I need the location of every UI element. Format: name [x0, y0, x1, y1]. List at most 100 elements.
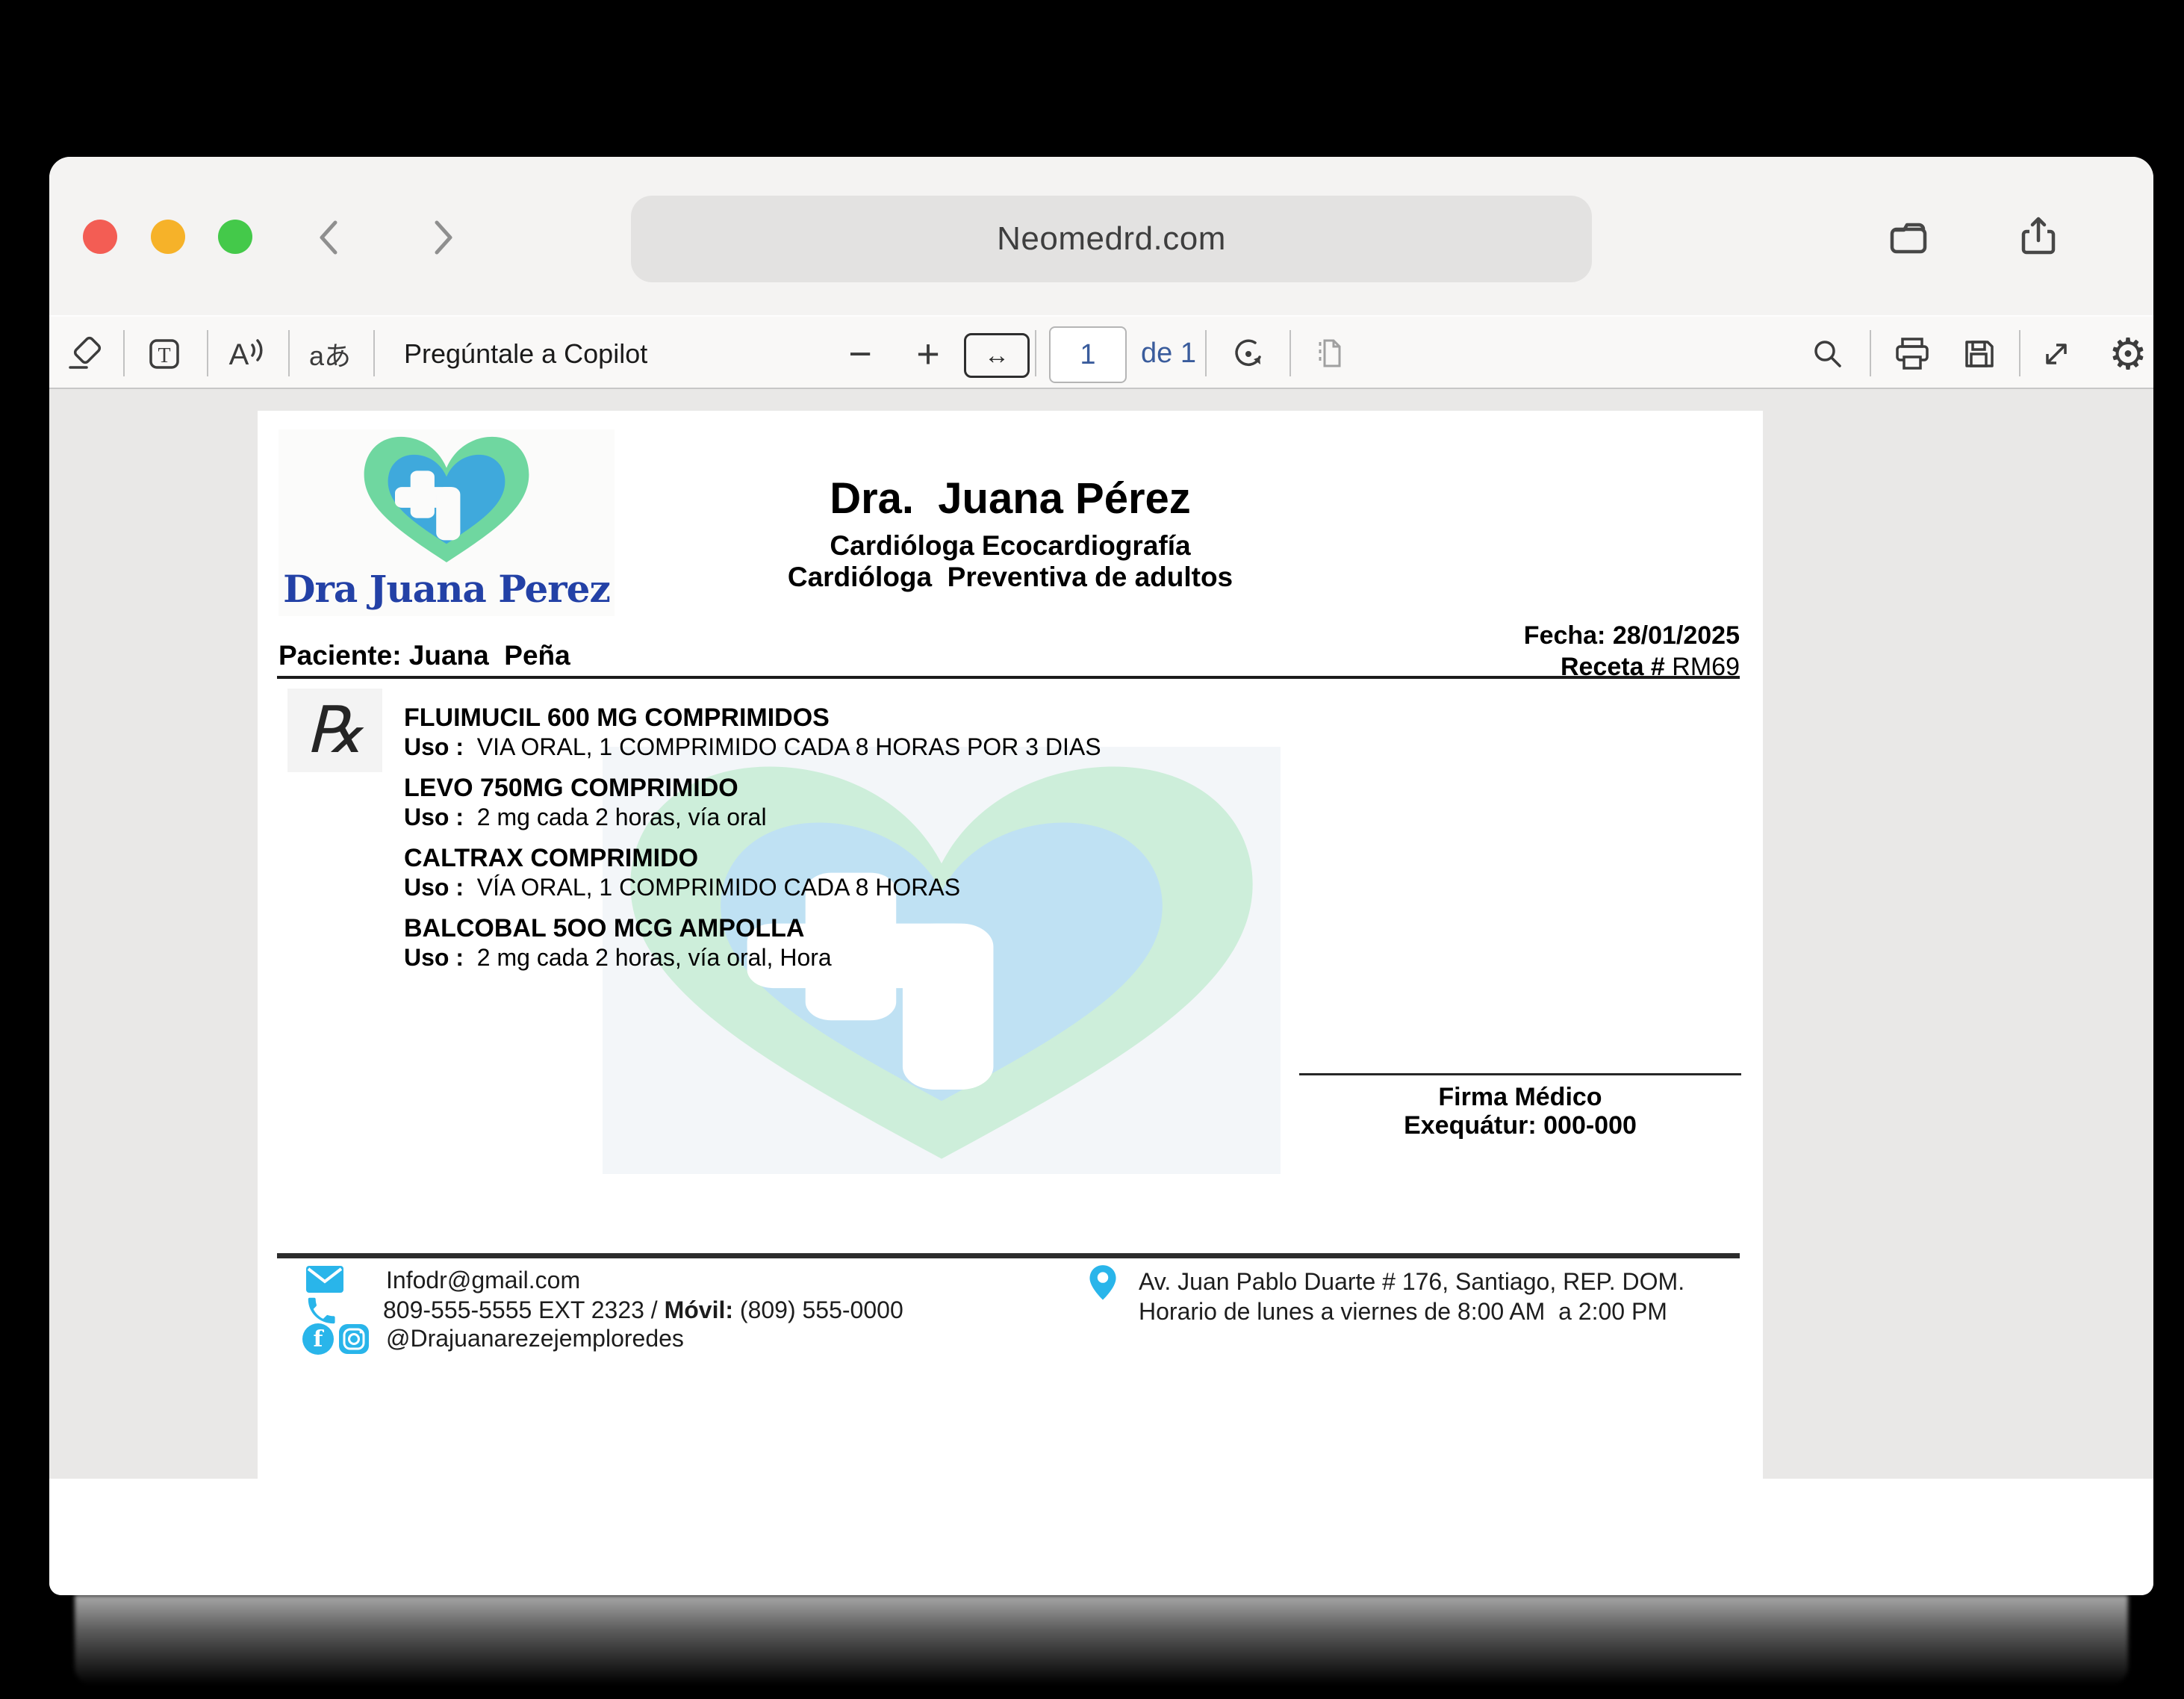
- ask-copilot-label: Pregúntale a Copilot: [404, 338, 647, 370]
- footer-divider: [277, 1253, 1740, 1258]
- rotate-icon: [1229, 335, 1268, 373]
- medication-name: BALCOBAL 5OO MCG AMPOLLA: [404, 913, 1449, 943]
- eraser-icon: [64, 335, 103, 373]
- expand-button[interactable]: [2035, 317, 2077, 391]
- instagram-icon: [338, 1323, 370, 1358]
- specialty-line-1: Cardióloga Ecocardiografía: [258, 530, 1763, 562]
- rx-symbol-box: ℞: [287, 689, 382, 772]
- back-button[interactable]: [311, 217, 348, 258]
- rotate-button[interactable]: [1228, 317, 1269, 391]
- forward-button[interactable]: [424, 217, 461, 258]
- screenshot-root: Neomedrd.com: [0, 0, 2184, 1699]
- pdf-viewer-area[interactable]: Dra Juana Perez Dra. Juana Pérez Cardiól…: [49, 389, 2153, 1479]
- erase-button[interactable]: [63, 317, 105, 391]
- folder-icon: [1883, 212, 1934, 263]
- medication-uso: Uso : VIA ORAL, 1 COMPRIMIDO CADA 8 HORA…: [404, 733, 1449, 761]
- translate-button[interactable]: aあ: [303, 317, 357, 391]
- read-aloud-button[interactable]: A: [227, 317, 269, 391]
- divider: [373, 330, 375, 376]
- patient-label: Paciente:: [279, 640, 409, 671]
- fullscreen-button[interactable]: [218, 220, 252, 254]
- email-address: Infodr@gmail.com: [386, 1267, 580, 1294]
- specialty-line-2: Cardióloga Preventiva de adultos: [258, 562, 1763, 593]
- page-view-icon: [1310, 335, 1348, 373]
- gear-icon: ⚙: [2109, 329, 2147, 379]
- medication-name: LEVO 750MG COMPRIMIDO: [404, 773, 1449, 803]
- address-line-2: Horario de lunes a viernes de 8:00 AM a …: [1139, 1298, 1667, 1326]
- translate-icon: aあ: [309, 335, 351, 373]
- medication-uso: Uso : 2 mg cada 2 horas, vía oral, Hora: [404, 943, 1449, 972]
- divider: [288, 330, 290, 376]
- medication-uso: Uso : 2 mg cada 2 horas, vía oral: [404, 803, 1449, 831]
- medication-name: FLUIMUCIL 600 MG COMPRIMIDOS: [404, 703, 1449, 733]
- divider: [1289, 330, 1291, 376]
- divider: [123, 330, 125, 376]
- doctor-name: Dra. Juana Pérez: [258, 473, 1763, 524]
- medication-item: BALCOBAL 5OO MCG AMPOLLA Uso : 2 mg cada…: [404, 913, 1449, 972]
- address-bar[interactable]: Neomedrd.com: [631, 196, 1592, 282]
- medication-item: FLUIMUCIL 600 MG COMPRIMIDOS Uso : VIA O…: [404, 703, 1449, 761]
- phone-line: 809-555-5555 EXT 2323 / Móvil: (809) 555…: [383, 1296, 903, 1324]
- signature-label: Firma Médico: [1299, 1083, 1741, 1112]
- patient-line: Paciente: Juana Peña: [279, 640, 570, 671]
- location-pin-icon: [1085, 1264, 1121, 1315]
- page-view-button[interactable]: [1308, 317, 1350, 391]
- email-icon: [305, 1265, 344, 1297]
- page-number-value: 1: [1080, 339, 1095, 371]
- minus-icon: −: [848, 331, 872, 377]
- save-button[interactable]: [1958, 317, 2000, 391]
- pdf-toolbar: T A aあ Pregúntale a Copilot −: [49, 315, 2153, 389]
- prescription-page: Dra Juana Perez Dra. Juana Pérez Cardiól…: [258, 411, 1763, 1479]
- exequatur-label: Exequátur: 000-000: [1299, 1111, 1741, 1140]
- print-button[interactable]: [1891, 317, 1933, 391]
- medication-name: CALTRAX COMPRIMIDO: [404, 843, 1449, 873]
- share-icon: [2013, 212, 2064, 263]
- social-handle: @Drajuanarezejemploredes: [386, 1325, 684, 1352]
- title-bar: Neomedrd.com: [49, 157, 2153, 315]
- tabs-button[interactable]: [1883, 212, 1934, 263]
- ask-copilot-button[interactable]: Pregúntale a Copilot: [404, 317, 647, 391]
- fit-to-width-button[interactable]: ↔: [964, 333, 1030, 378]
- date-receta-block: Fecha: 28/01/2025 Receta # RM69: [1524, 620, 1740, 683]
- patient-name: Juana Peña: [409, 640, 570, 671]
- signature-line: [1299, 1073, 1741, 1075]
- divider: [1205, 330, 1207, 376]
- window-bottom-band: [49, 1479, 2153, 1595]
- medication-uso: Uso : VÍA ORAL, 1 COMPRIMIDO CADA 8 HORA…: [404, 873, 1449, 901]
- medication-item: CALTRAX COMPRIMIDO Uso : VÍA ORAL, 1 COM…: [404, 843, 1449, 901]
- url-text: Neomedrd.com: [997, 220, 1226, 258]
- find-button[interactable]: [1807, 317, 1849, 391]
- divider: [1035, 330, 1036, 376]
- add-text-button[interactable]: T: [143, 317, 185, 391]
- close-button[interactable]: [83, 220, 117, 254]
- plus-icon: +: [916, 331, 940, 377]
- header-divider: [277, 676, 1740, 679]
- rx-icon: ℞: [306, 693, 364, 768]
- printer-icon: [1891, 335, 1933, 373]
- settings-button[interactable]: ⚙: [2107, 317, 2149, 391]
- search-icon: [1808, 335, 1847, 373]
- expand-icon: [2037, 335, 2076, 373]
- share-button[interactable]: [2013, 212, 2064, 263]
- divider: [207, 330, 208, 376]
- zoom-out-button[interactable]: −: [839, 317, 881, 391]
- facebook-icon: f: [302, 1323, 334, 1355]
- minimize-button[interactable]: [151, 220, 185, 254]
- chevron-left-icon: [322, 223, 335, 252]
- page-number-input[interactable]: 1: [1049, 326, 1127, 383]
- address-line-1: Av. Juan Pablo Duarte # 176, Santiago, R…: [1139, 1268, 1684, 1296]
- fit-width-icon: ↔: [984, 341, 1009, 370]
- medication-item: LEVO 750MG COMPRIMIDO Uso : 2 mg cada 2 …: [404, 773, 1449, 831]
- window-reflection: [75, 1595, 2128, 1685]
- read-aloud-icon: A: [227, 335, 269, 373]
- zoom-in-button[interactable]: +: [907, 317, 949, 391]
- divider: [1870, 330, 1871, 376]
- svg-text:A: A: [229, 338, 249, 371]
- save-icon: [1959, 335, 1998, 373]
- svg-text:T: T: [158, 344, 170, 367]
- date-line: Fecha: 28/01/2025: [1524, 621, 1740, 650]
- divider: [2019, 330, 2020, 376]
- page-count-label: de 1: [1141, 317, 1196, 391]
- browser-window: Neomedrd.com: [49, 157, 2153, 1595]
- text-icon: T: [145, 335, 184, 373]
